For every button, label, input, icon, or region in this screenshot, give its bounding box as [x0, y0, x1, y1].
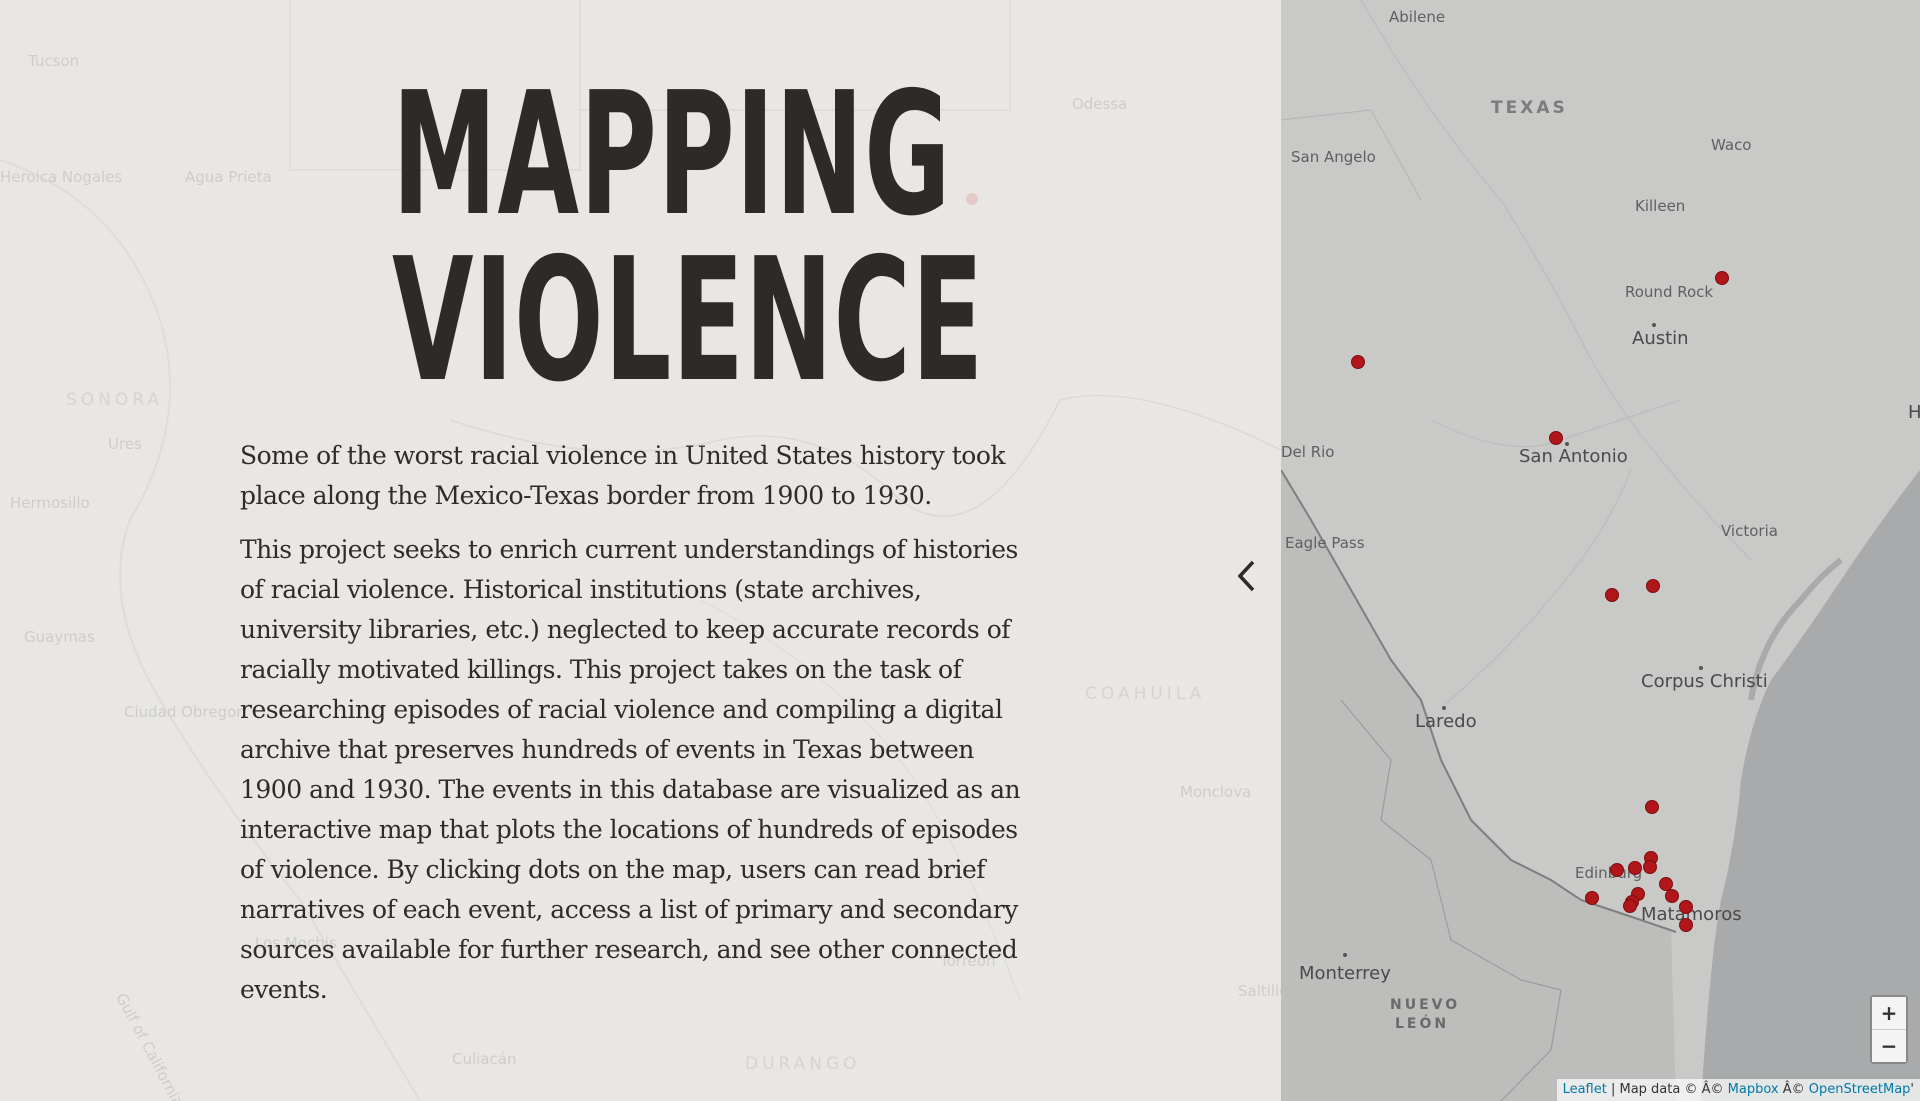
event-marker[interactable]	[1665, 889, 1679, 903]
event-marker[interactable]	[1643, 860, 1657, 874]
event-marker[interactable]	[1610, 863, 1624, 877]
title-line-1: MAPPING	[392, 56, 952, 254]
bg-label-saltillo: Saltillo	[1238, 982, 1281, 1000]
map-basemap	[1281, 0, 1920, 1101]
bg-label-heroica-nogales: Heroica Nogales	[0, 168, 123, 186]
intro-panel: Tucson Heroica Nogales Agua Prieta SONOR…	[0, 0, 1281, 1101]
bg-label-coahuila: COAHUILA	[1085, 684, 1206, 704]
interactive-map[interactable]: Abilene TEXAS Waco San Angelo Killeen Ro…	[1281, 0, 1920, 1101]
map-label-monterrey: Monterrey	[1299, 963, 1391, 984]
map-label-waco: Waco	[1711, 136, 1752, 154]
map-label-austin: Austin	[1632, 328, 1689, 349]
intro-paragraph-1: Some of the worst racial violence in Uni…	[240, 441, 1006, 510]
map-label-laredo: Laredo	[1415, 711, 1477, 732]
map-label-eagle-pass: Eagle Pass	[1285, 534, 1365, 552]
attribution-text-3: '	[1910, 1082, 1914, 1097]
event-marker[interactable]	[1628, 861, 1642, 875]
map-label-leon: LEÓN	[1395, 1016, 1450, 1032]
intro-paragraph-2: This project seeks to enrich current und…	[240, 535, 1021, 1004]
bg-label-culiacan: Culiacán	[452, 1050, 517, 1068]
intro-text: Some of the worst racial violence in Uni…	[240, 436, 1040, 1024]
bg-label-guaymas: Guaymas	[24, 628, 95, 646]
zoom-control: + −	[1870, 995, 1908, 1064]
map-label-nuevo: NUEVO	[1390, 997, 1461, 1013]
map-label-victoria: Victoria	[1721, 522, 1778, 540]
event-marker[interactable]	[1623, 899, 1637, 913]
attribution-text-2: Â©	[1778, 1082, 1809, 1097]
bg-label-sonora: SONORA	[66, 390, 164, 410]
bg-label-durango: DURANGO	[745, 1054, 861, 1074]
event-marker[interactable]	[1645, 800, 1659, 814]
event-marker[interactable]	[1585, 891, 1599, 905]
event-marker[interactable]	[1679, 900, 1693, 914]
page-title: MAPPING VIOLENCE	[392, 56, 985, 420]
map-label-corpus-christi: Corpus Christi	[1641, 671, 1768, 692]
event-marker[interactable]	[1605, 588, 1619, 602]
bg-label-agua-prieta: Agua Prieta	[185, 168, 272, 186]
map-attribution: Leaflet | Map data © Â© Mapbox Â© OpenSt…	[1556, 1079, 1920, 1101]
chevron-left-icon	[1237, 560, 1255, 592]
bg-label-ciudad-obregon: Ciudad Obregon	[124, 703, 246, 721]
map-label-round-rock: Round Rock	[1625, 283, 1714, 301]
bg-label-odessa: Odessa	[1072, 95, 1128, 113]
map-label-del-rio: Del Rio	[1281, 443, 1335, 461]
bg-label-monclova: Monclova	[1180, 783, 1252, 801]
zoom-in-button[interactable]: +	[1872, 997, 1906, 1030]
collapse-panel-button[interactable]	[1228, 556, 1264, 596]
bg-label-ures: Ures	[108, 435, 142, 453]
title-line-2: VIOLENCE	[392, 222, 985, 420]
event-marker[interactable]	[1646, 579, 1660, 593]
event-marker[interactable]	[1679, 918, 1693, 932]
event-marker[interactable]	[1549, 431, 1563, 445]
map-label-san-antonio: San Antonio	[1519, 446, 1628, 467]
map-label-san-angelo: San Angelo	[1291, 148, 1376, 166]
openstreetmap-link[interactable]: OpenStreetMap	[1809, 1082, 1911, 1097]
map-label-h: H	[1908, 402, 1920, 423]
leaflet-link[interactable]: Leaflet	[1563, 1082, 1607, 1097]
map-label-texas: TEXAS	[1491, 98, 1568, 118]
zoom-out-button[interactable]: −	[1872, 1030, 1906, 1062]
map-label-killeen: Killeen	[1635, 197, 1686, 215]
event-marker[interactable]	[1715, 271, 1729, 285]
attribution-text-1: | Map data © Â©	[1606, 1082, 1728, 1097]
event-marker[interactable]	[1351, 355, 1365, 369]
bg-label-hermosillo: Hermosillo	[10, 494, 90, 512]
mapbox-link[interactable]: Mapbox	[1728, 1082, 1779, 1097]
map-label-abilene: Abilene	[1389, 8, 1446, 26]
bg-label-tucson: Tucson	[28, 52, 80, 70]
